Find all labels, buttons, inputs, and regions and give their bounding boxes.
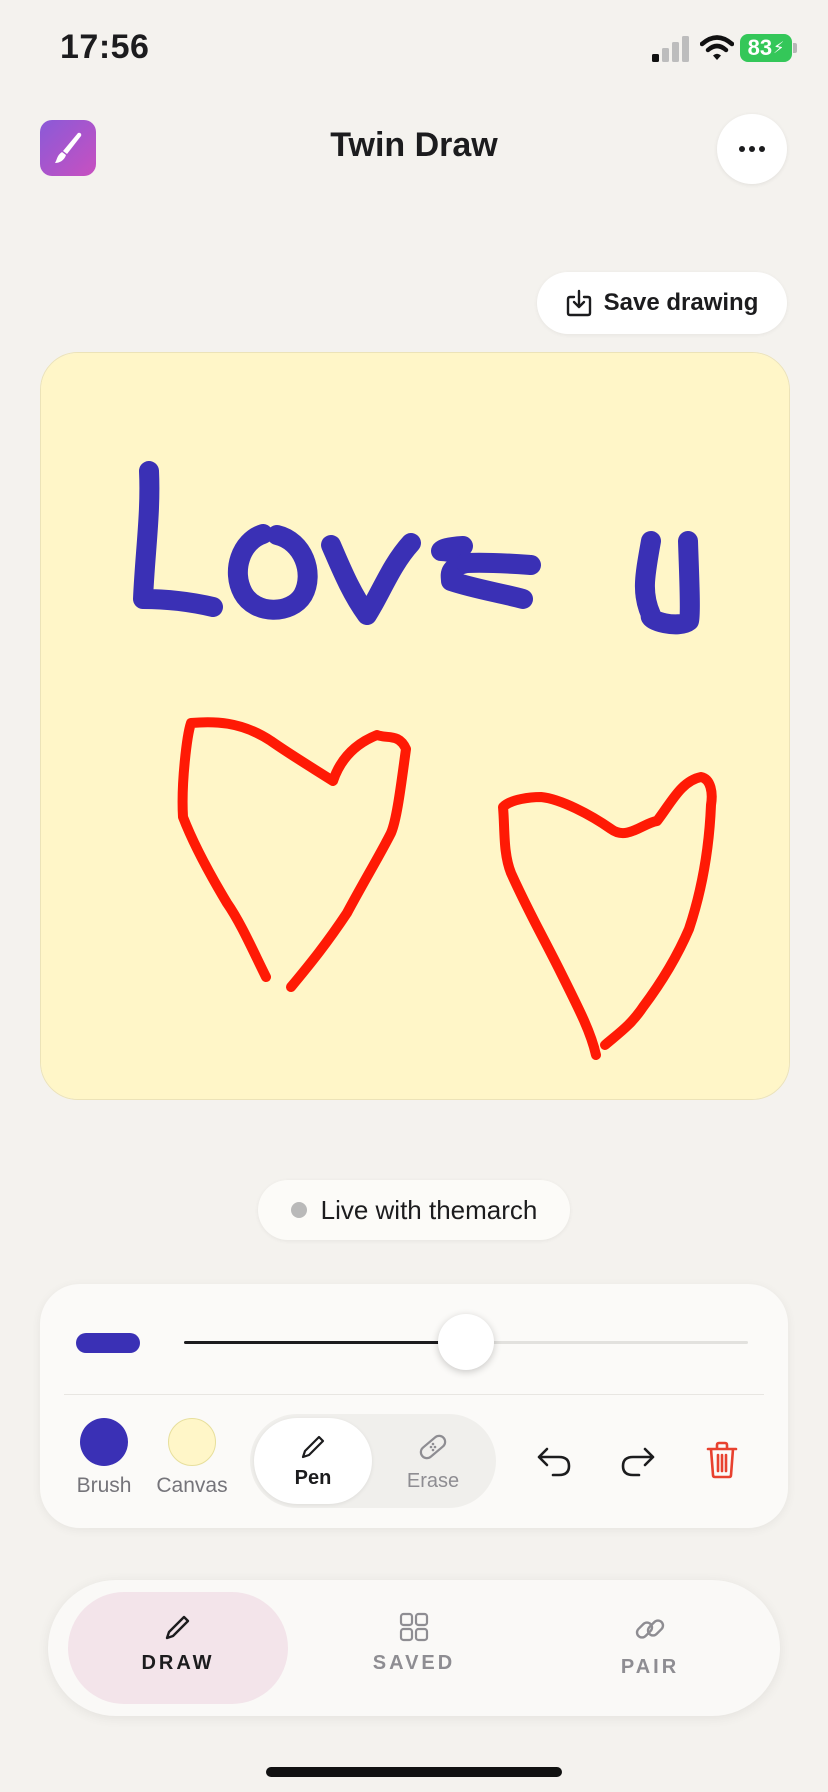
tab-pair[interactable]: PAIR bbox=[540, 1612, 760, 1702]
tab-saved-label: SAVED bbox=[372, 1652, 456, 1674]
brush-label: Brush bbox=[76, 1474, 132, 1497]
download-tray-icon bbox=[566, 289, 591, 317]
save-drawing-button[interactable]: Save drawing bbox=[537, 272, 787, 334]
charging-bolt-icon: ⚡ bbox=[773, 40, 785, 57]
live-session-label: Live with themarch bbox=[320, 1194, 538, 1225]
erase-label: Erase bbox=[406, 1469, 460, 1492]
cellular-signal-icon bbox=[652, 36, 689, 62]
undo-icon bbox=[537, 1447, 571, 1477]
brush-color-picker[interactable]: Brush bbox=[54, 1418, 154, 1498]
eraser-bandage-icon bbox=[419, 1434, 447, 1459]
tab-draw[interactable]: DRAW bbox=[68, 1612, 288, 1702]
battery-level: 83 bbox=[747, 35, 773, 60]
redo-button[interactable] bbox=[610, 1432, 666, 1488]
canvas-label: Canvas bbox=[156, 1474, 228, 1497]
brush-color-swatch[interactable] bbox=[80, 1418, 128, 1466]
brush-size-slider-thumb[interactable] bbox=[438, 1314, 494, 1370]
status-time: 17:56 bbox=[60, 28, 150, 66]
brush-size-slider-fill[interactable] bbox=[184, 1341, 466, 1344]
brush-size-slider-track[interactable] bbox=[466, 1341, 748, 1344]
live-session-indicator: Live with themarch bbox=[258, 1180, 570, 1240]
tab-draw-label: DRAW bbox=[141, 1652, 215, 1674]
pencil-icon bbox=[165, 1615, 190, 1640]
panel-divider bbox=[64, 1394, 764, 1395]
canvas-color-swatch[interactable] bbox=[168, 1418, 216, 1466]
more-options-button[interactable] bbox=[717, 114, 787, 184]
clear-canvas-button[interactable] bbox=[694, 1432, 750, 1488]
pen-label: Pen bbox=[294, 1466, 332, 1489]
undo-button[interactable] bbox=[526, 1432, 582, 1488]
wifi-icon bbox=[700, 35, 734, 60]
pencil-icon bbox=[301, 1435, 325, 1458]
brush-size-preview bbox=[76, 1333, 140, 1353]
link-icon bbox=[635, 1619, 665, 1639]
canvas-color-picker[interactable]: Canvas bbox=[142, 1418, 242, 1498]
battery-tip bbox=[793, 43, 797, 53]
page-title: Twin Draw bbox=[330, 126, 498, 164]
tab-saved[interactable]: SAVED bbox=[304, 1612, 524, 1702]
battery-indicator: 83 ⚡ bbox=[740, 34, 792, 62]
ellipsis-icon bbox=[739, 146, 765, 152]
pen-mode-button[interactable]: Pen bbox=[254, 1418, 372, 1504]
save-drawing-label: Save drawing bbox=[603, 289, 759, 316]
tab-pair-label: PAIR bbox=[620, 1656, 680, 1678]
drawing-canvas[interactable] bbox=[40, 352, 790, 1100]
erase-mode-button[interactable]: Erase bbox=[374, 1418, 492, 1504]
live-status-dot bbox=[290, 1202, 307, 1218]
trash-icon bbox=[706, 1441, 738, 1479]
grid-icon bbox=[399, 1612, 429, 1642]
redo-icon bbox=[621, 1447, 655, 1477]
home-indicator bbox=[266, 1767, 562, 1777]
